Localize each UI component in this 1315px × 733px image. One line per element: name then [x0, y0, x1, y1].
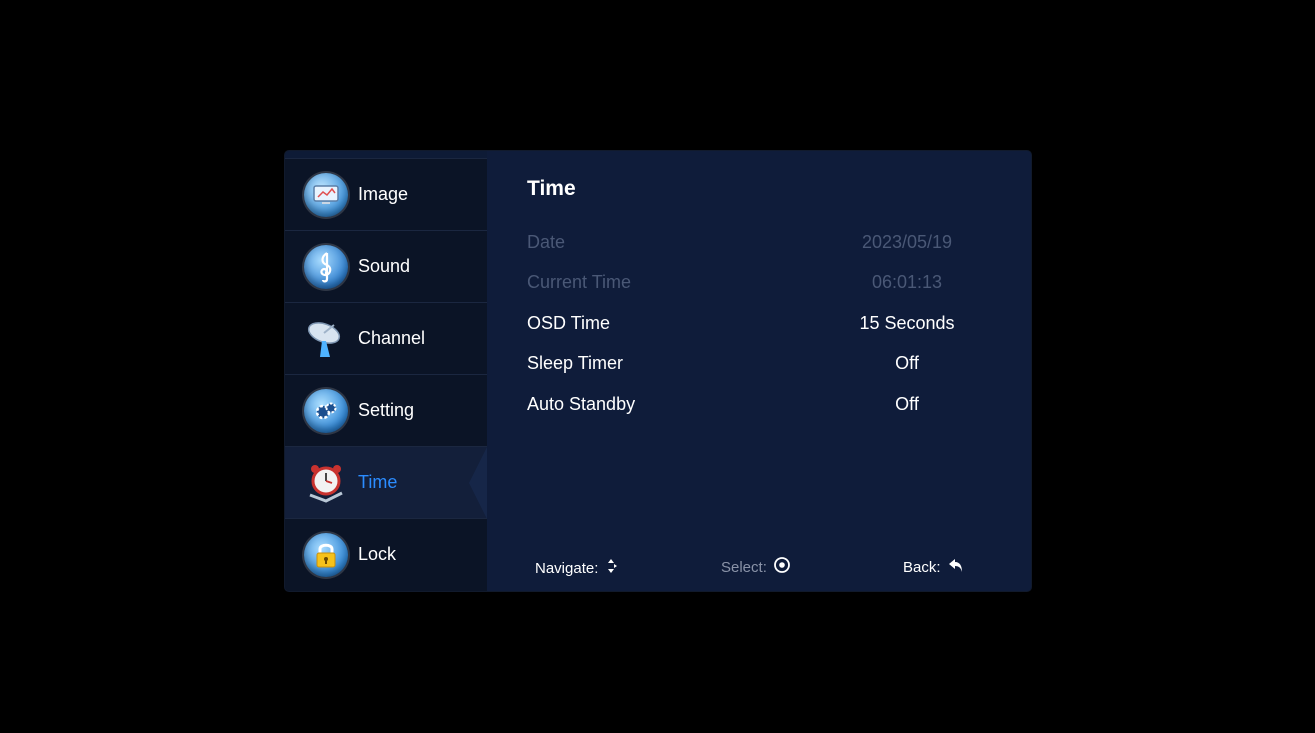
navigate-hint-label: Navigate: [535, 559, 599, 577]
sidebar-item-label: Image [358, 184, 409, 204]
sidebar-item-lock[interactable]: Lock [285, 518, 487, 590]
sidebar-item-label: Sound [358, 256, 411, 276]
sidebar-item-setting[interactable]: Setting [285, 374, 487, 446]
setting-row-auto-standby[interactable]: Auto Standby Off [527, 389, 967, 419]
setting-row-osd-time[interactable]: OSD Time 15 Seconds [527, 308, 967, 338]
setting-value: 2023/05/19 [861, 231, 953, 252]
setting-row-sleep-timer[interactable]: Sleep Timer Off [527, 348, 967, 378]
treble-clef-icon [304, 244, 348, 289]
ok-button-icon [773, 556, 791, 578]
sidebar-item-image[interactable]: Image [285, 158, 487, 230]
setting-label: Sleep Timer [527, 352, 624, 373]
padlock-icon [304, 532, 348, 577]
navigate-arrows-icon [604, 556, 618, 580]
select-hint: Select: [721, 556, 791, 578]
setting-label: OSD Time [527, 312, 611, 333]
back-hint-label: Back: [903, 558, 941, 576]
setting-label: Auto Standby [527, 393, 636, 414]
setting-row-current-time: Current Time 06:01:13 [527, 267, 967, 297]
sidebar-item-time[interactable]: Time [285, 446, 487, 519]
tv-screen: Image Sound Channel Setting Time Lock Ti… [0, 0, 1315, 733]
sidebar-item-label: Time [358, 472, 398, 492]
setting-value: Off [895, 352, 919, 373]
satellite-dish-icon [304, 317, 348, 361]
time-settings-panel: Time Date 2023/05/19 Current Time 06:01:… [487, 151, 1031, 591]
setting-label: Current Time [527, 271, 632, 292]
key-hint-bar: Navigate: Select: Back: [487, 556, 1031, 586]
select-hint-label: Select: [721, 558, 767, 576]
sidebar-item-sound[interactable]: Sound [285, 230, 487, 302]
setting-value: 06:01:13 [871, 271, 943, 292]
sidebar-item-label: Setting [358, 400, 415, 420]
alarm-clock-icon [304, 461, 348, 505]
page-title: Time [527, 177, 576, 200]
setting-row-date: Date 2023/05/19 [527, 227, 967, 257]
back-hint: Back: [903, 556, 965, 578]
back-arrow-icon [947, 556, 965, 578]
monitor-icon [304, 172, 348, 217]
navigate-hint: Navigate: [535, 556, 618, 580]
setting-value: Off [895, 393, 919, 414]
sidebar-item-channel[interactable]: Channel [285, 302, 487, 374]
setting-label: Date [527, 231, 566, 252]
settings-menu: Image Sound Channel Setting Time Lock Ti… [285, 151, 1031, 591]
sidebar-item-label: Channel [358, 328, 426, 348]
sidebar-item-label: Lock [358, 544, 397, 564]
gears-icon [304, 388, 348, 433]
menu-sidebar: Image Sound Channel Setting Time Lock [285, 158, 487, 591]
setting-value: 15 Seconds [859, 312, 955, 333]
